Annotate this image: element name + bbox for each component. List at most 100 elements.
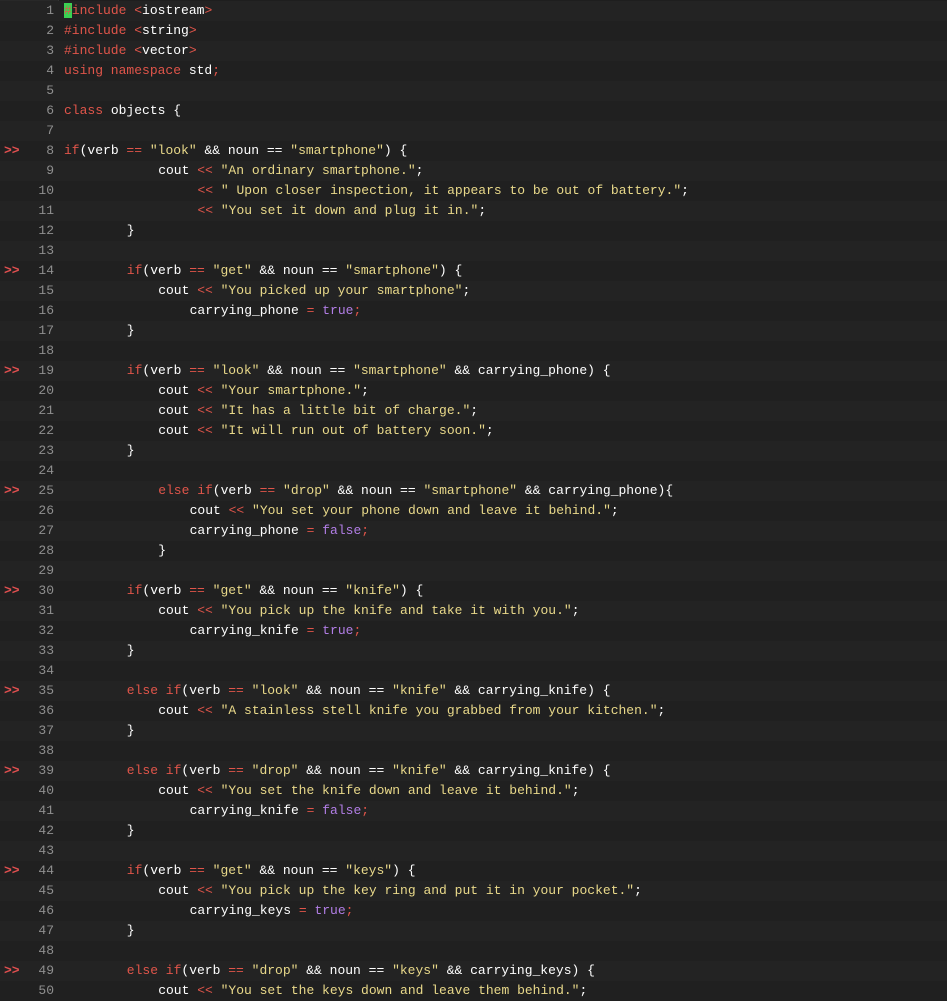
code-line[interactable]: 26 cout << "You set your phone down and l… — [0, 501, 947, 521]
code-token: carrying_knife — [189, 803, 307, 818]
code-line[interactable]: 21 cout << "It has a little bit of charge… — [0, 401, 947, 421]
code-line[interactable]: 37} — [0, 721, 947, 741]
line-number: 36 — [38, 703, 54, 718]
code-text: } — [158, 541, 166, 561]
code-line[interactable]: 31 cout << "You pick up the knife and tak… — [0, 601, 947, 621]
code-line[interactable]: 6 class objects { — [0, 101, 947, 121]
line-number: 10 — [38, 183, 54, 198]
code-line[interactable]: 41 carrying_knife = false; — [0, 801, 947, 821]
code-line[interactable]: 3 #include <vector> — [0, 41, 947, 61]
code-token: "You picked up your smartphone" — [220, 283, 463, 298]
code-line[interactable]: 13 — [0, 241, 947, 261]
code-line[interactable]: 20 cout << "Your smartphone."; — [0, 381, 947, 401]
code-line[interactable]: >> 19 if(verb == "look" && noun == "smartp… — [0, 361, 947, 381]
code-line[interactable]: 17} — [0, 321, 947, 341]
code-token: == — [189, 583, 205, 598]
code-token: (verb — [212, 483, 260, 498]
code-line[interactable]: >> 49 else if(verb == "drop" && noun == "k… — [0, 961, 947, 981]
code-token: class — [64, 103, 111, 118]
code-line[interactable]: 15 cout << "You picked up your smartphone… — [0, 281, 947, 301]
code-line[interactable]: 11 << "You set it down and plug it in."; — [0, 201, 947, 221]
line-number: 14 — [38, 263, 54, 278]
code-line[interactable]: 38 — [0, 741, 947, 761]
code-token: false — [322, 803, 362, 818]
code-line[interactable]: 33} — [0, 641, 947, 661]
code-token: cout — [158, 883, 198, 898]
code-line[interactable]: 40 cout << "You set the knife down and le… — [0, 781, 947, 801]
code-token: "You set the keys down and leave them be… — [220, 983, 580, 998]
code-line[interactable]: 48 — [0, 941, 947, 961]
line-number: 49 — [38, 963, 54, 978]
code-editor[interactable]: 1 #include <iostream> 2 #include <string> 3 #… — [0, 0, 947, 1001]
line-number: 2 — [46, 23, 54, 38]
code-line[interactable]: 9 cout << "An ordinary smartphone."; — [0, 161, 947, 181]
line-number: 40 — [38, 783, 54, 798]
code-line[interactable]: 43 — [0, 841, 947, 861]
code-token: ; — [634, 883, 642, 898]
line-number: 37 — [38, 723, 54, 738]
line-number: 6 — [46, 103, 54, 118]
code-line[interactable]: 46 carrying_keys = true; — [0, 901, 947, 921]
code-token: ) { — [399, 583, 424, 598]
code-line[interactable]: 1 #include <iostream> — [0, 1, 947, 21]
code-line[interactable]: 42} — [0, 821, 947, 841]
line-number: 35 — [38, 683, 54, 698]
code-line[interactable]: 18 — [0, 341, 947, 361]
code-line[interactable]: 24 — [0, 461, 947, 481]
code-line[interactable]: 23} — [0, 441, 947, 461]
code-line[interactable]: 4 using namespace std; — [0, 61, 947, 81]
code-line[interactable]: 28} — [0, 541, 947, 561]
code-token: false — [322, 523, 362, 538]
code-line[interactable]: 47} — [0, 921, 947, 941]
code-line[interactable]: 7 — [0, 121, 947, 141]
line-number: 23 — [38, 443, 54, 458]
code-line[interactable]: 32 carrying_knife = true; — [0, 621, 947, 641]
code-token: else if — [126, 763, 182, 778]
code-line[interactable]: 27 carrying_phone = false; — [0, 521, 947, 541]
code-line[interactable]: 2 #include <string> — [0, 21, 947, 41]
code-line[interactable]: 36 cout << "A stainless stell knife you g… — [0, 701, 947, 721]
code-line[interactable]: 50 cout << "You set the keys down and lea… — [0, 981, 947, 1001]
line-number: 34 — [38, 663, 54, 678]
code-line[interactable]: 22 cout << "It will run out of battery so… — [0, 421, 947, 441]
code-token: cout — [158, 603, 198, 618]
code-line[interactable]: 34 — [0, 661, 947, 681]
code-line[interactable]: 5 — [0, 81, 947, 101]
text-cursor: # — [64, 3, 72, 18]
code-line[interactable]: >> 44 if(verb == "get" && noun == "keys") … — [0, 861, 947, 881]
code-token: ; — [610, 503, 619, 518]
line-number: 21 — [38, 403, 54, 418]
line-number: 45 — [38, 883, 54, 898]
code-line[interactable]: 29 — [0, 561, 947, 581]
line-number: 19 — [38, 363, 54, 378]
code-token: true — [322, 303, 354, 318]
line-number: 25 — [38, 483, 54, 498]
code-text: } — [127, 221, 135, 241]
code-token: && noun == — [251, 263, 346, 278]
code-token: << — [197, 883, 213, 898]
line-number: 7 — [46, 123, 54, 138]
code-line[interactable]: >> 25 else if(verb == "drop" && noun == "s… — [0, 481, 947, 501]
code-line[interactable]: >> 14 if(verb == "get" && noun == "smartph… — [0, 261, 947, 281]
code-line[interactable]: 10 << " Upon closer inspection, it appear… — [0, 181, 947, 201]
code-line[interactable]: >> 8 if(verb == "look" && noun == "smartph… — [0, 141, 947, 161]
line-number: 42 — [38, 823, 54, 838]
code-token: #include — [64, 43, 135, 58]
code-token: ; — [485, 423, 494, 438]
line-number: 31 — [38, 603, 54, 618]
line-number: 41 — [38, 803, 54, 818]
code-line[interactable]: 45 cout << "You pick up the key ring and … — [0, 881, 947, 901]
code-text: else if(verb == "drop" && noun == "knife… — [127, 761, 611, 781]
code-line[interactable]: >> 30 if(verb == "get" && noun == "knife")… — [0, 581, 947, 601]
code-line[interactable]: >> 35 else if(verb == "look" && noun == "k… — [0, 681, 947, 701]
line-number: 26 — [38, 503, 54, 518]
code-token: == — [189, 363, 205, 378]
code-line[interactable]: 16 carrying_phone = true; — [0, 301, 947, 321]
line-number: 12 — [38, 223, 54, 238]
code-token: && carrying_phone) { — [446, 363, 611, 378]
code-line[interactable]: 12} — [0, 221, 947, 241]
code-token: == — [189, 263, 205, 278]
code-line[interactable]: >> 39 else if(verb == "drop" && noun == "k… — [0, 761, 947, 781]
